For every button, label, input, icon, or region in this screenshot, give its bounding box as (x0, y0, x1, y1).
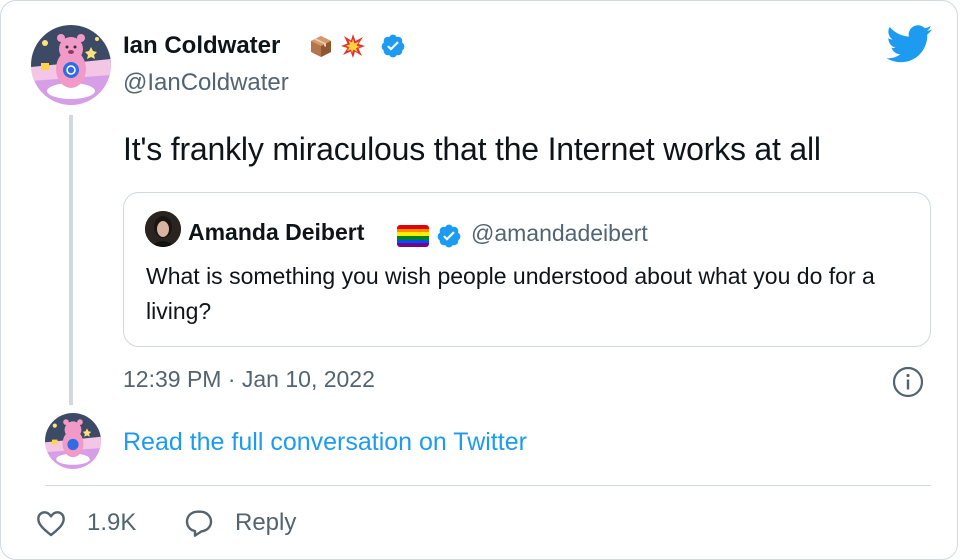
tweet-text: It's frankly miraculous that the Interne… (123, 131, 821, 167)
reply-button[interactable]: Reply (183, 505, 296, 541)
heart-icon (37, 511, 65, 537)
rainbow-flag-emoji-icon (397, 225, 429, 247)
like-count: 1.9K (87, 509, 137, 536)
tweet-embed-card: Ian Coldwater @IanColdwater It's frankly… (0, 0, 958, 560)
divider (45, 485, 931, 486)
like-button[interactable]: 1.9K (35, 505, 136, 541)
tweet-timestamp[interactable]: 12:39 PM · Jan 10, 2022 (123, 366, 375, 393)
read-full-conversation-link[interactable]: Read the full conversation on Twitter (123, 428, 527, 457)
quoted-author-avatar (145, 211, 181, 247)
author-handle[interactable]: @IanColdwater (123, 69, 289, 97)
collision-emoji-icon (341, 34, 365, 58)
quoted-author-handle: @amandadeibert (471, 220, 648, 246)
author-avatar[interactable] (31, 25, 111, 105)
reply-avatar (45, 413, 101, 469)
thread-line (69, 115, 73, 405)
twitter-logo-icon[interactable] (887, 25, 933, 63)
author-name[interactable]: Ian Coldwater (123, 32, 280, 60)
package-emoji-icon (311, 36, 331, 57)
reply-label: Reply (235, 509, 297, 536)
quoted-author-name: Amanda Deibert (188, 219, 365, 245)
quoted-verified-badge-icon (437, 224, 461, 248)
info-icon[interactable] (891, 365, 925, 399)
reply-bubble-icon (185, 510, 213, 537)
quoted-tweet[interactable]: Amanda Deibert @amandadeibert What is so… (123, 192, 931, 347)
quoted-tweet-text: What is something you wish people unders… (146, 263, 875, 324)
verified-badge-icon (381, 34, 405, 58)
